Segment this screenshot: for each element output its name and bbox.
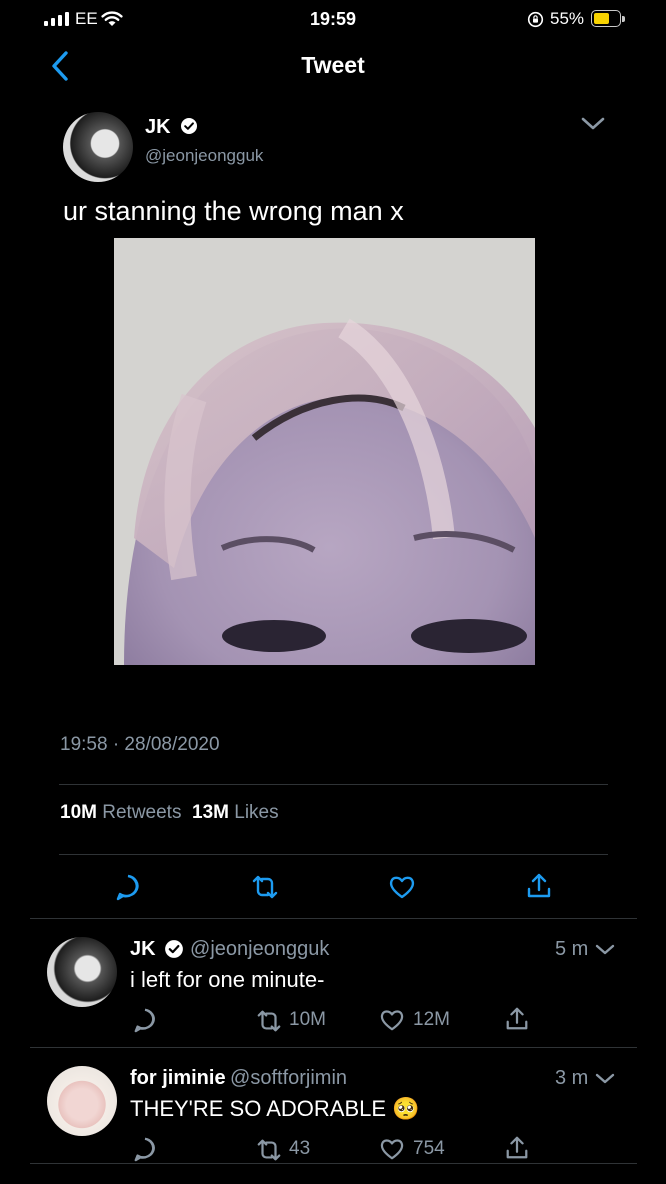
tweet-text: ur stanning the wrong man x [63, 196, 404, 226]
like-count: 754 [413, 1138, 445, 1159]
reply-text: THEY'RE SO ADORABLE 🥺 [130, 1096, 420, 1121]
reply-time: 5 m [555, 938, 589, 960]
avatar[interactable] [47, 937, 117, 1007]
author-name-text: JK [145, 116, 171, 138]
reply-author-handle[interactable]: @softforjimin [230, 1067, 347, 1089]
reply-author-name[interactable]: JK [130, 938, 156, 960]
retweet-icon[interactable] [255, 1008, 283, 1034]
reply-icon[interactable] [132, 1136, 158, 1162]
retweet-count: 43 [289, 1138, 311, 1159]
reply-icon[interactable] [114, 873, 142, 901]
divider [59, 854, 608, 855]
like-count: 12M [413, 1009, 450, 1030]
avatar[interactable] [47, 1066, 117, 1136]
chevron-down-icon[interactable] [580, 114, 606, 134]
battery-nub [622, 16, 625, 22]
retweet-count: 10M [289, 1009, 326, 1030]
likes-count: 13M [192, 802, 229, 823]
retweets-label[interactable]: Retweets [102, 802, 181, 823]
orientation-lock-icon [527, 11, 544, 28]
battery-level [594, 13, 610, 24]
divider [59, 784, 608, 785]
reply-icon[interactable] [132, 1007, 158, 1033]
reply-item[interactable]: JK @jeonjeongguk 5 m i left for one minu… [0, 919, 666, 1047]
battery-icon [591, 10, 621, 27]
retweets-count: 10M [60, 802, 97, 823]
tweet-timestamp: 19:58 · 28/08/2020 [60, 734, 220, 755]
verified-icon [165, 940, 183, 959]
divider [30, 1163, 637, 1164]
reply-author-handle[interactable]: @jeonjeongguk [190, 938, 329, 960]
retweet-icon[interactable] [255, 1137, 283, 1163]
share-icon[interactable] [525, 872, 553, 900]
tweet-media[interactable] [114, 238, 535, 665]
status-bar: EE 19:59 55% [0, 0, 666, 40]
likes-label[interactable]: Likes [234, 802, 278, 823]
reply-author-name[interactable]: for jiminie [130, 1067, 226, 1089]
verified-icon [181, 118, 198, 135]
media-photo [114, 238, 535, 665]
reply-header: JK @jeonjeongguk [130, 938, 329, 961]
author-name[interactable]: JK [145, 116, 198, 139]
page-title: Tweet [301, 52, 365, 78]
reply-text: i left for one minute- [130, 967, 325, 992]
share-icon[interactable] [504, 1135, 530, 1161]
retweet-icon[interactable] [250, 873, 280, 901]
like-icon[interactable] [379, 1137, 405, 1161]
reply-header: for jiminie @softforjimin [130, 1067, 347, 1090]
like-icon[interactable] [388, 874, 416, 900]
battery-percent: 55% [550, 9, 585, 28]
chevron-down-icon[interactable] [594, 1071, 616, 1087]
like-icon[interactable] [379, 1008, 405, 1032]
engagement-stats: 10M Retweets 13M Likes [60, 802, 279, 824]
chevron-down-icon[interactable] [594, 942, 616, 958]
reply-item[interactable]: for jiminie @softforjimin 3 m THEY'RE SO… [0, 1048, 666, 1176]
avatar[interactable] [63, 112, 133, 182]
author-handle[interactable]: @jeonjeongguk [145, 146, 263, 166]
reply-time: 3 m [555, 1067, 589, 1089]
share-icon[interactable] [504, 1006, 530, 1032]
